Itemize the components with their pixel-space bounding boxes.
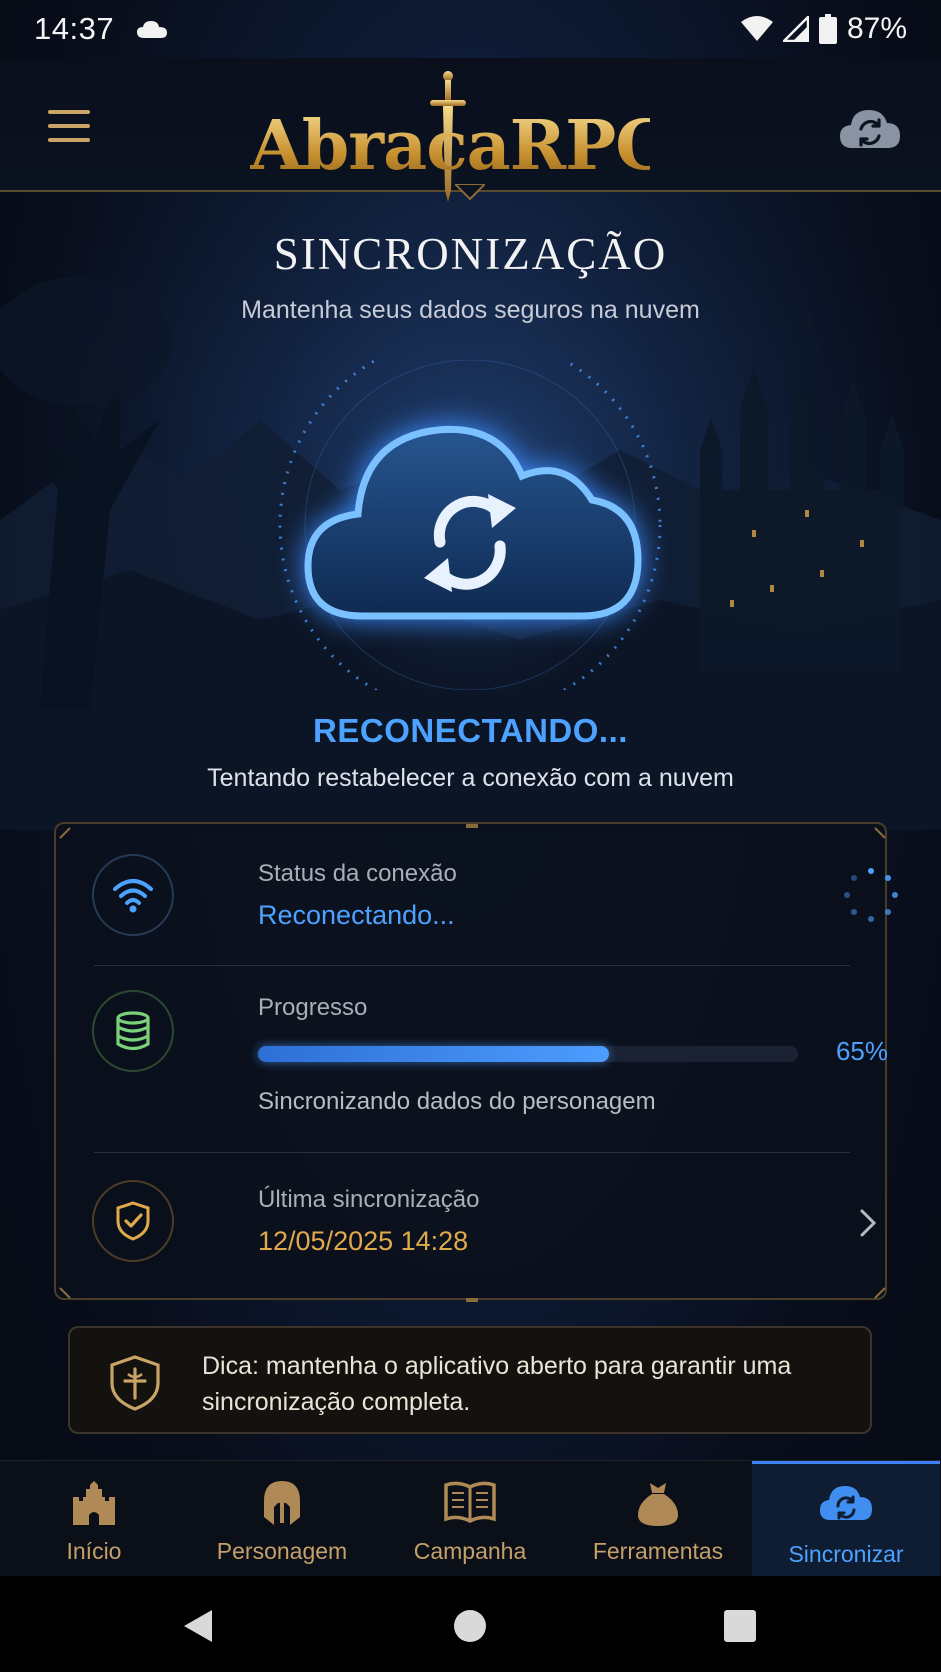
tip-text: Dica: mantenha o aplicativo aberto para … xyxy=(202,1352,792,1416)
nav-label: Ferramentas xyxy=(592,1538,724,1564)
cloud-sync-hero-icon xyxy=(278,360,662,690)
wifi-icon xyxy=(740,16,773,41)
progress-percent: 65% xyxy=(835,1036,888,1066)
connection-status-value: Reconectando... xyxy=(258,900,455,930)
progress-description: Sincronizando dados do personagem xyxy=(258,1088,656,1115)
castle-icon xyxy=(73,1481,115,1525)
nav-label: Início xyxy=(66,1538,122,1564)
nav-item-campanha[interactable]: Campanha xyxy=(376,1461,564,1577)
battery-icon xyxy=(818,14,837,44)
helmet-icon xyxy=(264,1481,300,1525)
row-divider xyxy=(94,1152,850,1153)
battery-percent: 87% xyxy=(846,12,907,45)
progress-icon-ring xyxy=(92,990,174,1072)
recents-icon[interactable] xyxy=(720,1606,760,1646)
connection-icon-ring xyxy=(92,854,174,936)
nav-item-personagem[interactable]: Personagem xyxy=(188,1461,376,1577)
status-bar: 14:37 87% xyxy=(0,0,941,58)
progress-bar-fill xyxy=(258,1046,609,1062)
database-icon xyxy=(116,1011,150,1051)
loading-spinner-icon xyxy=(844,868,898,922)
connection-status-row: Status da conexão Reconectando... xyxy=(92,854,898,944)
last-sync-row[interactable]: Última sincronização 12/05/2025 14:28 xyxy=(92,1180,877,1270)
home-icon[interactable] xyxy=(450,1606,490,1646)
last-sync-label: Última sincronização xyxy=(258,1186,480,1213)
bag-icon xyxy=(638,1483,678,1526)
page-title: SINCRONIZAÇÃO xyxy=(273,229,668,279)
cloud-sync-icon xyxy=(820,1486,872,1520)
connection-status-label: Status da conexão xyxy=(258,860,457,887)
book-icon xyxy=(444,1481,496,1523)
last-sync-icon-ring xyxy=(92,1180,174,1262)
nav-item-sincronizar[interactable]: Sincronizar xyxy=(752,1461,940,1577)
screen: 14:37 87% AbracaRPG SINCRONIZAÇÃO Manten… xyxy=(0,0,941,1672)
shield-crest-icon xyxy=(110,1355,160,1411)
cloud-icon xyxy=(137,21,168,38)
nav-item-inicio[interactable]: Início xyxy=(0,1461,188,1577)
signal-icon xyxy=(782,16,809,42)
progress-label: Progresso xyxy=(258,994,368,1021)
back-icon[interactable] xyxy=(178,1606,218,1646)
app-header: AbracaRPG xyxy=(0,58,941,202)
shield-check-icon xyxy=(116,1201,150,1241)
menu-icon xyxy=(48,110,90,114)
system-nav-bar xyxy=(0,1576,941,1672)
header-ornament xyxy=(455,184,485,200)
menu-button[interactable] xyxy=(48,110,90,144)
progress-bar xyxy=(258,1046,798,1062)
page-subtitle: Mantenha seus dados seguros na nuvem xyxy=(241,296,700,324)
nav-label: Personagem xyxy=(216,1538,348,1564)
nav-label: Sincronizar xyxy=(788,1541,904,1567)
status-time: 14:37 xyxy=(34,11,115,46)
logo-text: AbracaRPG xyxy=(250,106,673,186)
status-right: 87% xyxy=(740,12,907,46)
last-sync-value: 12/05/2025 14:28 xyxy=(258,1226,469,1256)
sync-status-desc: Tentando restabelecer a conexão com a nu… xyxy=(207,764,734,792)
sync-status-title: RECONECTANDO... xyxy=(313,712,628,749)
header-sync-button[interactable] xyxy=(838,104,902,150)
wifi-icon xyxy=(113,879,153,913)
row-divider xyxy=(94,965,850,966)
nav-label: Campanha xyxy=(413,1538,527,1564)
progress-row: Progresso 65% Sincronizando dados do per… xyxy=(92,990,888,1130)
app-logo: AbracaRPG xyxy=(250,71,673,202)
bottom-nav: Início Personagem Campanha Ferramentas S… xyxy=(0,1460,941,1577)
sync-info-card: Status da conexão Reconectando... Progre… xyxy=(54,822,898,1302)
tip-box: Dica: mantenha o aplicativo aberto para … xyxy=(68,1326,872,1434)
chevron-right-icon[interactable] xyxy=(856,1208,880,1238)
nav-item-ferramentas[interactable]: Ferramentas xyxy=(564,1461,752,1577)
